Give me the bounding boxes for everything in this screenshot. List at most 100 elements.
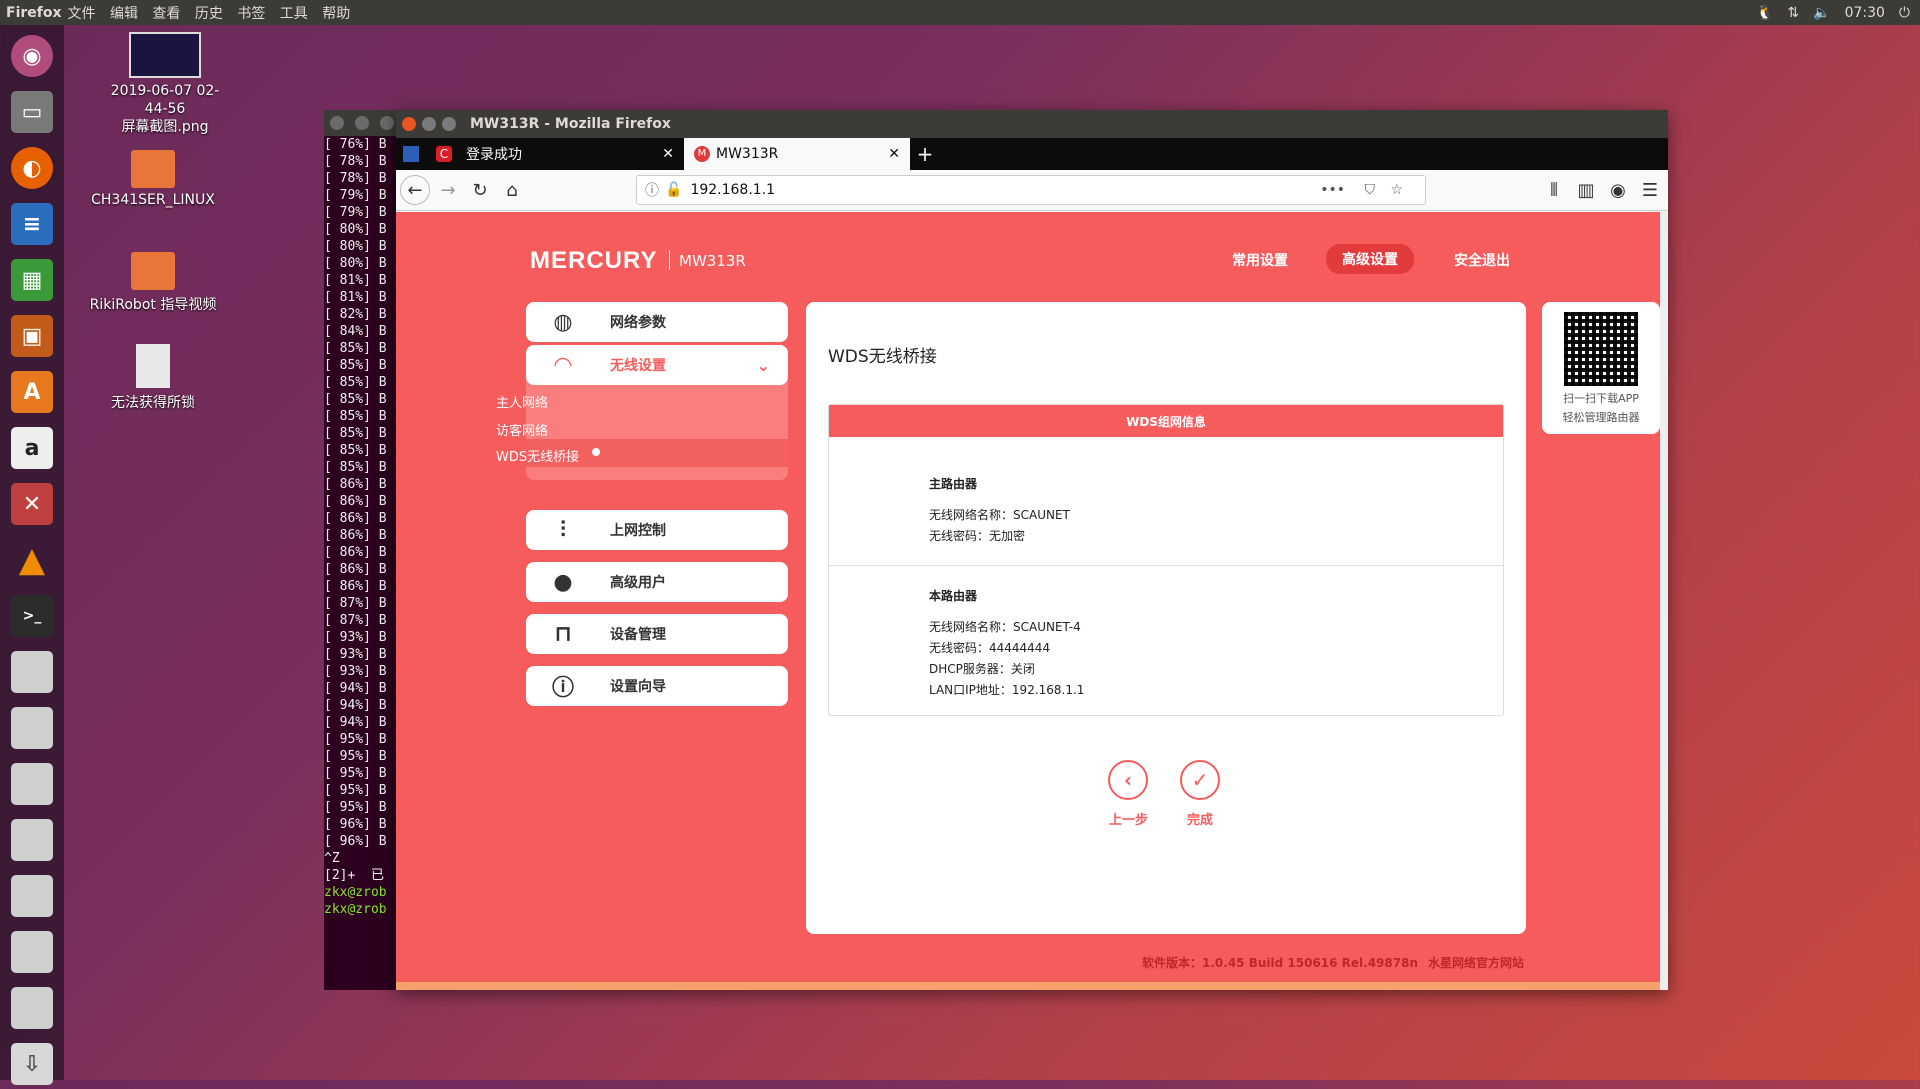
reload-button[interactable]: ↻	[466, 176, 494, 204]
drive-icon[interactable]	[7, 871, 57, 921]
terminal-line: [ 93%] B	[324, 630, 387, 645]
forward-button[interactable]: →	[434, 176, 462, 204]
drive-icon[interactable]	[7, 815, 57, 865]
info-icon[interactable]: ⓘ	[645, 180, 659, 200]
desktop-file-lock[interactable]: 无法获得所锁	[88, 344, 218, 412]
sidebar-item-network[interactable]: ◍ 网络参数	[526, 302, 788, 342]
terminal-line: [ 76%] B	[324, 137, 387, 152]
sidebar-item-advanced-users[interactable]: ● 高级用户	[526, 562, 788, 602]
sidebar-item-access-control[interactable]: ⫶ 上网控制	[526, 510, 788, 550]
qr-caption-2: 轻松管理路由器	[1562, 411, 1640, 424]
back-button[interactable]: ←	[400, 175, 430, 205]
insecure-lock-icon[interactable]: 🔓	[665, 182, 682, 198]
pocket-icon[interactable]: ⛉	[1365, 182, 1376, 198]
mercury-logo: MERCURY	[530, 247, 658, 274]
desktop-item-label: CH341SER_LINUX	[91, 192, 215, 208]
vlc-icon[interactable]: ▲	[7, 535, 57, 585]
home-button[interactable]: ⌂	[498, 176, 526, 204]
top-panel: Firefox 文件 编辑 查看 历史 书签 工具 帮助 🐧 ⇅ 🔈 07:30…	[0, 0, 1920, 25]
drive-icon[interactable]	[7, 927, 57, 977]
qr-code-panel: 扫一扫下载APP 轻松管理路由器	[1542, 302, 1660, 434]
submenu-wds-bridge[interactable]: WDS无线桥接	[496, 446, 579, 465]
finish-button[interactable]: ✓	[1180, 760, 1220, 800]
page-actions-icon[interactable]: •••	[1320, 182, 1345, 198]
menu-history[interactable]: 历史	[195, 6, 223, 22]
sidebar-item-device-management[interactable]: ⊓ 设备管理	[526, 614, 788, 654]
new-tab-button[interactable]: +	[910, 138, 940, 170]
menu-view[interactable]: 查看	[152, 6, 180, 22]
clock[interactable]: 07:30	[1845, 5, 1885, 21]
close-icon[interactable]	[402, 117, 416, 131]
writer-icon[interactable]: ≡	[7, 199, 57, 249]
firefox-icon[interactable]: ◐	[7, 143, 57, 193]
image-thumbnail-icon	[129, 32, 201, 78]
url-bar[interactable]: ⓘ 🔓 192.168.1.1 ••• ⛉ ☆	[636, 175, 1426, 205]
close-icon[interactable]	[330, 116, 344, 130]
menu-file[interactable]: 文件	[68, 6, 96, 22]
folder-icon	[131, 252, 175, 290]
window-titlebar[interactable]: MW313R - Mozilla Firefox	[396, 110, 1668, 138]
drive-icon[interactable]	[7, 703, 57, 753]
software-center-icon[interactable]: A	[7, 367, 57, 417]
bookmark-star-icon[interactable]: ☆	[1390, 182, 1403, 198]
menu-tools[interactable]: 工具	[280, 6, 308, 22]
terminal-line: [ 95%] B	[324, 766, 387, 781]
network-icon[interactable]: ⇅	[1787, 5, 1799, 21]
maximize-icon[interactable]	[380, 116, 395, 130]
desktop-folder-ch341ser[interactable]: CH341SER_LINUX	[88, 150, 218, 208]
nav-logout[interactable]: 安全退出	[1454, 250, 1510, 270]
url-text[interactable]: 192.168.1.1	[690, 182, 775, 198]
close-tab-icon[interactable]: ✕	[888, 146, 900, 162]
files-icon[interactable]: ▭	[7, 87, 57, 137]
system-settings-icon[interactable]: ✕	[7, 479, 57, 529]
account-icon[interactable]: ◉	[1604, 176, 1632, 204]
sidebar-icon[interactable]: ▥	[1572, 176, 1600, 204]
prev-step-button[interactable]: ‹	[1108, 760, 1148, 800]
power-icon[interactable]: ⏻	[1899, 5, 1910, 21]
volume-icon[interactable]: 🔈	[1813, 5, 1830, 21]
nav-advanced-settings[interactable]: 高级设置	[1326, 244, 1414, 274]
desktop-folder-rikirobot[interactable]: RikiRobot 指导视频	[88, 252, 218, 314]
finish-label[interactable]: 完成	[1187, 809, 1213, 828]
menu-edit[interactable]: 编辑	[110, 6, 138, 22]
menu-help[interactable]: 帮助	[322, 6, 350, 22]
tab-login-success[interactable]: C 登录成功 ✕	[426, 138, 684, 170]
c-logo-icon: C	[436, 146, 452, 162]
ubuntu-dash-icon[interactable]: ◉	[7, 31, 57, 81]
library-icon[interactable]: ⫴	[1540, 176, 1568, 204]
desktop-file-screenshot[interactable]: 2019-06-07 02-44-56 屏幕截图.png	[100, 32, 230, 136]
menu-icon[interactable]: ☰	[1636, 176, 1664, 204]
minimize-icon[interactable]	[355, 116, 370, 130]
terminal-icon[interactable]: >_	[7, 591, 57, 641]
usb-installer-icon[interactable]: ⇩	[7, 1039, 57, 1089]
official-site-link[interactable]: 水星网络官方网站	[1428, 954, 1524, 971]
amazon-icon[interactable]: a	[7, 423, 57, 473]
pinned-tab[interactable]	[396, 138, 426, 170]
menu-bookmarks[interactable]: 书签	[237, 6, 265, 22]
close-tab-icon[interactable]: ✕	[662, 146, 674, 162]
tab-mw313r[interactable]: M MW313R ✕	[684, 138, 910, 170]
impress-icon[interactable]: ▣	[7, 311, 57, 361]
maximize-icon[interactable]	[442, 117, 456, 131]
terminal-line: ^Z	[324, 851, 340, 866]
drive-icon[interactable]	[7, 759, 57, 809]
active-dot-icon	[592, 448, 600, 456]
sidebar-item-label: 网络参数	[610, 315, 666, 331]
scrollbar[interactable]	[1660, 212, 1668, 990]
sidebar-item-wireless[interactable]: ◠ 无线设置 ⌄	[526, 345, 788, 385]
nav-basic-settings[interactable]: 常用设置	[1232, 250, 1288, 270]
main-content-panel: WDS无线桥接 WDS组网信息 主路由器 无线网络名称：SCAUNET 无线密码…	[806, 302, 1526, 934]
drive-icon[interactable]	[7, 983, 57, 1033]
main-router-title: 主路由器	[929, 477, 978, 491]
desktop-item-label: 2019-06-07 02-44-56 屏幕截图.png	[110, 83, 220, 135]
drive-icon[interactable]	[7, 647, 57, 697]
tux-icon[interactable]: 🐧	[1756, 5, 1773, 21]
this-router-ssid: 无线网络名称：SCAUNET-4	[929, 620, 1081, 634]
minimize-icon[interactable]	[422, 117, 436, 131]
terminal-output: [ 76%] B [ 78%] B [ 78%] B [ 79%] B [ 79%] B…	[324, 136, 400, 918]
prev-step-label[interactable]: 上一步	[1109, 809, 1148, 828]
submenu-host-network[interactable]: 主人网络	[496, 392, 548, 411]
sidebar-item-setup-wizard[interactable]: ⓘ 设置向导	[526, 666, 788, 706]
submenu-guest-network[interactable]: 访客网络	[496, 420, 548, 439]
calc-icon[interactable]: ▦	[7, 255, 57, 305]
